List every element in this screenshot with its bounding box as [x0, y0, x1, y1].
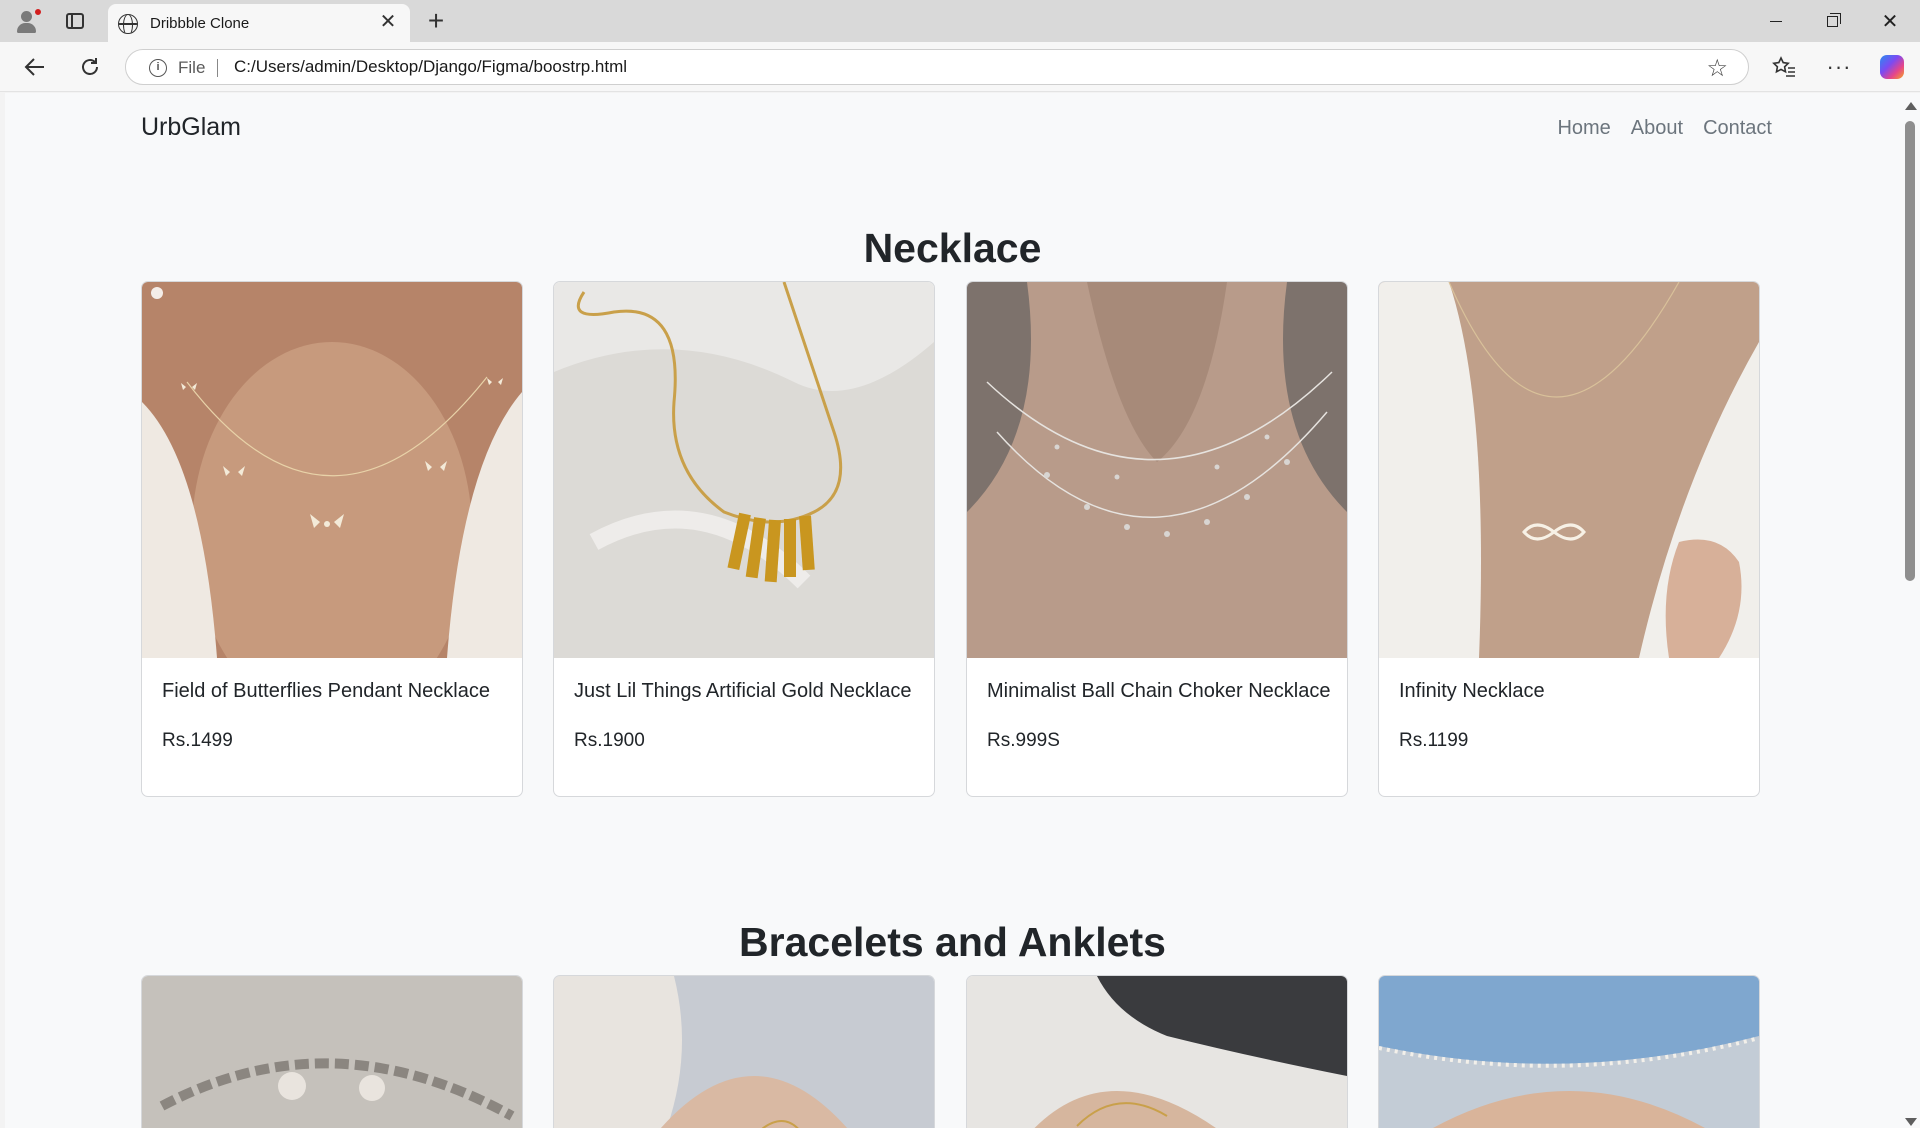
product-card[interactable]: Just Lil Things Artificial Gold Necklace… — [553, 281, 935, 797]
browser-tab-strip: Dribbble Clone ✕ + ✕ — [0, 0, 1920, 42]
arrow-left-icon — [24, 58, 44, 76]
vertical-scrollbar[interactable] — [1900, 93, 1920, 1128]
browser-toolbar: i File C:/Users/admin/Desktop/Django/Fig… — [0, 42, 1920, 92]
globe-icon — [118, 14, 138, 34]
product-price: Rs.1499 — [162, 730, 233, 751]
reload-button[interactable] — [73, 50, 107, 84]
reload-icon — [82, 58, 98, 75]
new-tab-button[interactable]: + — [420, 6, 452, 38]
nav-home-link[interactable]: Home — [1557, 117, 1610, 140]
product-image — [1379, 976, 1759, 1128]
favorite-star-icon[interactable]: ☆ — [1706, 54, 1728, 83]
product-name[interactable]: Just Lil Things Artificial Gold Necklace — [574, 680, 912, 703]
product-image — [554, 976, 934, 1128]
favorites-icon[interactable] — [1767, 50, 1801, 84]
product-name[interactable]: Infinity Necklace — [1399, 680, 1545, 703]
address-url[interactable]: C:/Users/admin/Desktop/Django/Figma/boos… — [234, 57, 627, 77]
minimize-button[interactable] — [1748, 0, 1804, 42]
more-options-icon[interactable]: ··· — [1822, 50, 1856, 84]
tab-actions-icon[interactable] — [60, 6, 90, 36]
nav-about-link[interactable]: About — [1631, 117, 1683, 140]
site-navbar: UrbGlam Home About Contact — [5, 93, 1900, 165]
product-name[interactable]: Field of Butterflies Pendant Necklace — [162, 680, 490, 703]
address-scheme-label: File — [178, 58, 206, 77]
product-image — [967, 976, 1347, 1128]
product-price: Rs.1900 — [574, 730, 645, 751]
brand-logo[interactable]: UrbGlam — [141, 113, 241, 142]
product-price: Rs.999S — [987, 730, 1060, 751]
scrollbar-thumb[interactable] — [1905, 121, 1915, 581]
product-card[interactable] — [141, 975, 523, 1128]
product-card[interactable]: Minimalist Ball Chain Choker Necklace Rs… — [966, 281, 1348, 797]
nav-contact-link[interactable]: Contact — [1703, 117, 1772, 140]
copilot-icon[interactable] — [1875, 50, 1909, 84]
browser-tab[interactable]: Dribbble Clone ✕ — [108, 4, 410, 42]
scroll-up-icon[interactable] — [1905, 102, 1917, 110]
section-title-bracelets: Bracelets and Anklets — [739, 919, 1166, 965]
product-card[interactable]: Field of Butterflies Pendant Necklace Rs… — [141, 281, 523, 797]
product-card[interactable] — [966, 975, 1348, 1128]
tab-title: Dribbble Clone — [150, 15, 250, 32]
back-button[interactable] — [18, 50, 52, 84]
section-title-necklace: Necklace — [863, 225, 1042, 271]
nav-links: Home About Contact — [1557, 117, 1772, 140]
close-tab-icon[interactable]: ✕ — [376, 10, 400, 34]
page-viewport: UrbGlam Home About Contact Necklace Fiel… — [5, 93, 1900, 1128]
product-image — [142, 282, 522, 658]
product-image — [554, 282, 934, 658]
restore-button[interactable] — [1804, 0, 1860, 42]
close-window-button[interactable]: ✕ — [1862, 0, 1918, 42]
scroll-down-icon[interactable] — [1905, 1118, 1917, 1126]
product-card[interactable] — [1378, 975, 1760, 1128]
info-icon[interactable]: i — [149, 59, 167, 77]
product-image — [967, 282, 1347, 658]
product-price: Rs.1199 — [1399, 730, 1469, 751]
product-image — [1379, 282, 1759, 658]
product-card[interactable] — [553, 975, 935, 1128]
product-image — [142, 976, 522, 1128]
address-bar[interactable]: i File C:/Users/admin/Desktop/Django/Fig… — [125, 49, 1749, 85]
profile-icon[interactable] — [12, 6, 42, 36]
product-card[interactable]: Infinity Necklace Rs.1199 — [1378, 281, 1760, 797]
product-name[interactable]: Minimalist Ball Chain Choker Necklace — [987, 680, 1330, 703]
